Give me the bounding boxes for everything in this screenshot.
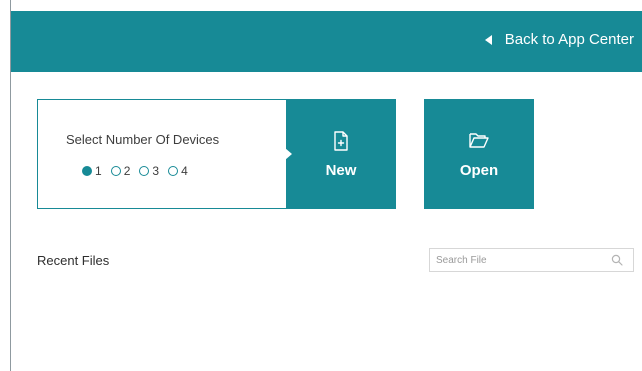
caret-left-icon [484, 35, 492, 45]
back-to-app-center-link[interactable]: Back to App Center [484, 30, 634, 50]
device-count-radio-group: 1 2 3 4 [82, 164, 197, 178]
new-button-label: New [325, 162, 357, 179]
device-count-option-2[interactable]: 2 [110, 164, 131, 178]
back-link-label: Back to App Center [504, 31, 634, 48]
recent-files-heading: Recent Files [37, 253, 110, 268]
app-header: Back to App Center [11, 11, 642, 72]
radio-label: 4 [181, 164, 188, 178]
new-file-button[interactable]: New [285, 99, 396, 209]
radio-button[interactable] [139, 166, 150, 176]
radio-button[interactable] [168, 166, 179, 176]
radio-label: 2 [123, 164, 131, 178]
open-button-label: Open [459, 162, 499, 179]
device-selector-title: Select Number Of Devices [66, 132, 220, 147]
search-file-box [429, 248, 634, 272]
device-selector-card: Select Number Of Devices 1 2 3 4 [37, 99, 289, 209]
open-file-button[interactable]: Open [424, 99, 534, 209]
device-count-option-3[interactable]: 3 [139, 164, 159, 178]
device-count-option-4[interactable]: 4 [168, 164, 188, 178]
radio-button[interactable] [110, 166, 121, 176]
radio-button[interactable] [82, 166, 92, 176]
radio-label: 3 [152, 164, 160, 178]
folder-open-icon [469, 133, 489, 148]
search-icon[interactable] [611, 254, 623, 266]
radio-label: 1 [95, 164, 102, 178]
device-count-option-1[interactable]: 1 [82, 164, 102, 178]
new-file-icon [334, 131, 348, 151]
search-file-input[interactable] [430, 249, 600, 271]
